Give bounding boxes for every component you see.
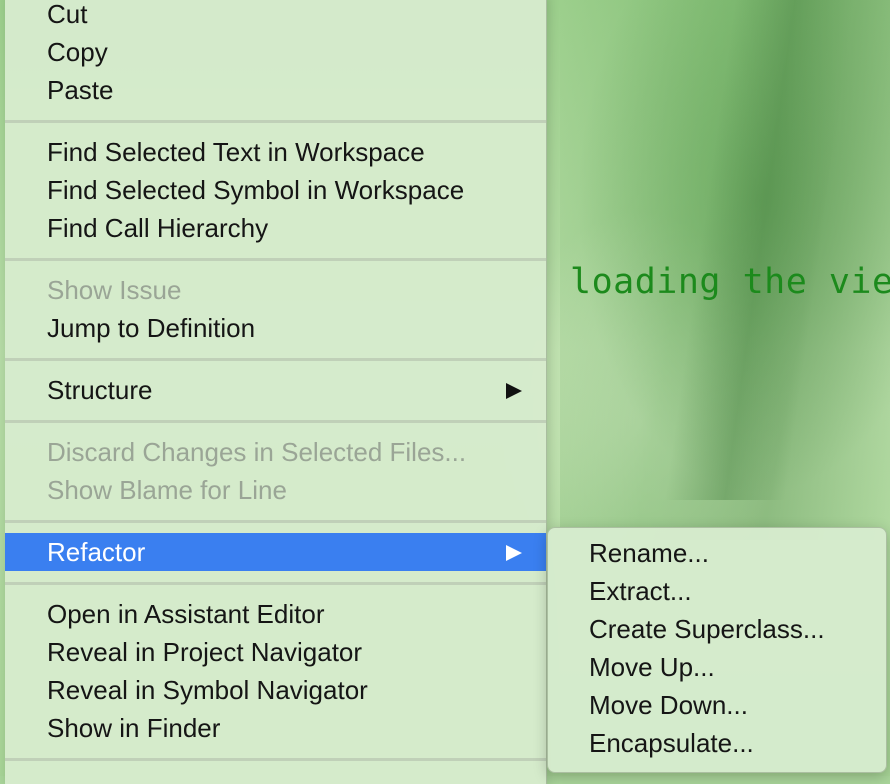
menu-item-label: Refactor xyxy=(47,537,146,567)
chevron-right-icon xyxy=(506,545,522,561)
submenu-item-extract[interactable]: Extract... xyxy=(548,572,886,610)
submenu-item-move-down[interactable]: Move Down... xyxy=(548,686,886,724)
menu-item-cut[interactable]: Cut xyxy=(5,0,546,33)
menu-item-paste[interactable]: Paste xyxy=(5,71,546,109)
menu-item-reveal-in-project-navigator[interactable]: Reveal in Project Navigator xyxy=(5,633,546,671)
menu-item-find-call-hierarchy[interactable]: Find Call Hierarchy xyxy=(5,209,546,247)
menu-separator xyxy=(5,758,546,761)
menu-item-label: Structure xyxy=(47,375,153,405)
menu-item-open-in-assistant-editor[interactable]: Open in Assistant Editor xyxy=(5,595,546,633)
menu-separator xyxy=(5,420,546,423)
submenu-item-create-superclass[interactable]: Create Superclass... xyxy=(548,610,886,648)
chevron-right-icon xyxy=(506,383,522,399)
menu-separator xyxy=(5,582,546,585)
menu-separator xyxy=(5,358,546,361)
menu-item-refactor[interactable]: Refactor xyxy=(5,533,546,571)
context-menu: Cut Copy Paste Find Selected Text in Wor… xyxy=(5,0,547,784)
menu-separator xyxy=(5,258,546,261)
menu-item-show-issue: Show Issue xyxy=(47,275,182,305)
submenu-item-encapsulate[interactable]: Encapsulate... xyxy=(548,724,886,762)
menu-separator xyxy=(5,520,546,523)
menu-item-copy[interactable]: Copy xyxy=(5,33,546,71)
code-line: loading the vie xyxy=(570,262,890,302)
menu-item-discard-changes: Discard Changes in Selected Files... xyxy=(47,437,467,467)
menu-item-jump-to-definition[interactable]: Jump to Definition xyxy=(5,309,546,347)
menu-separator xyxy=(5,120,546,123)
menu-item-reveal-in-symbol-navigator[interactable]: Reveal in Symbol Navigator xyxy=(5,671,546,709)
menu-item-show-blame: Show Blame for Line xyxy=(47,475,287,505)
submenu-item-move-up[interactable]: Move Up... xyxy=(548,648,886,686)
refactor-submenu: Rename... Extract... Create Superclass..… xyxy=(547,527,887,773)
menu-item-find-selected-symbol[interactable]: Find Selected Symbol in Workspace xyxy=(5,171,546,209)
menu-item-structure[interactable]: Structure xyxy=(5,371,546,409)
menu-item-show-in-finder[interactable]: Show in Finder xyxy=(5,709,546,747)
menu-item-find-selected-text[interactable]: Find Selected Text in Workspace xyxy=(5,133,546,171)
submenu-item-rename[interactable]: Rename... xyxy=(548,534,886,572)
